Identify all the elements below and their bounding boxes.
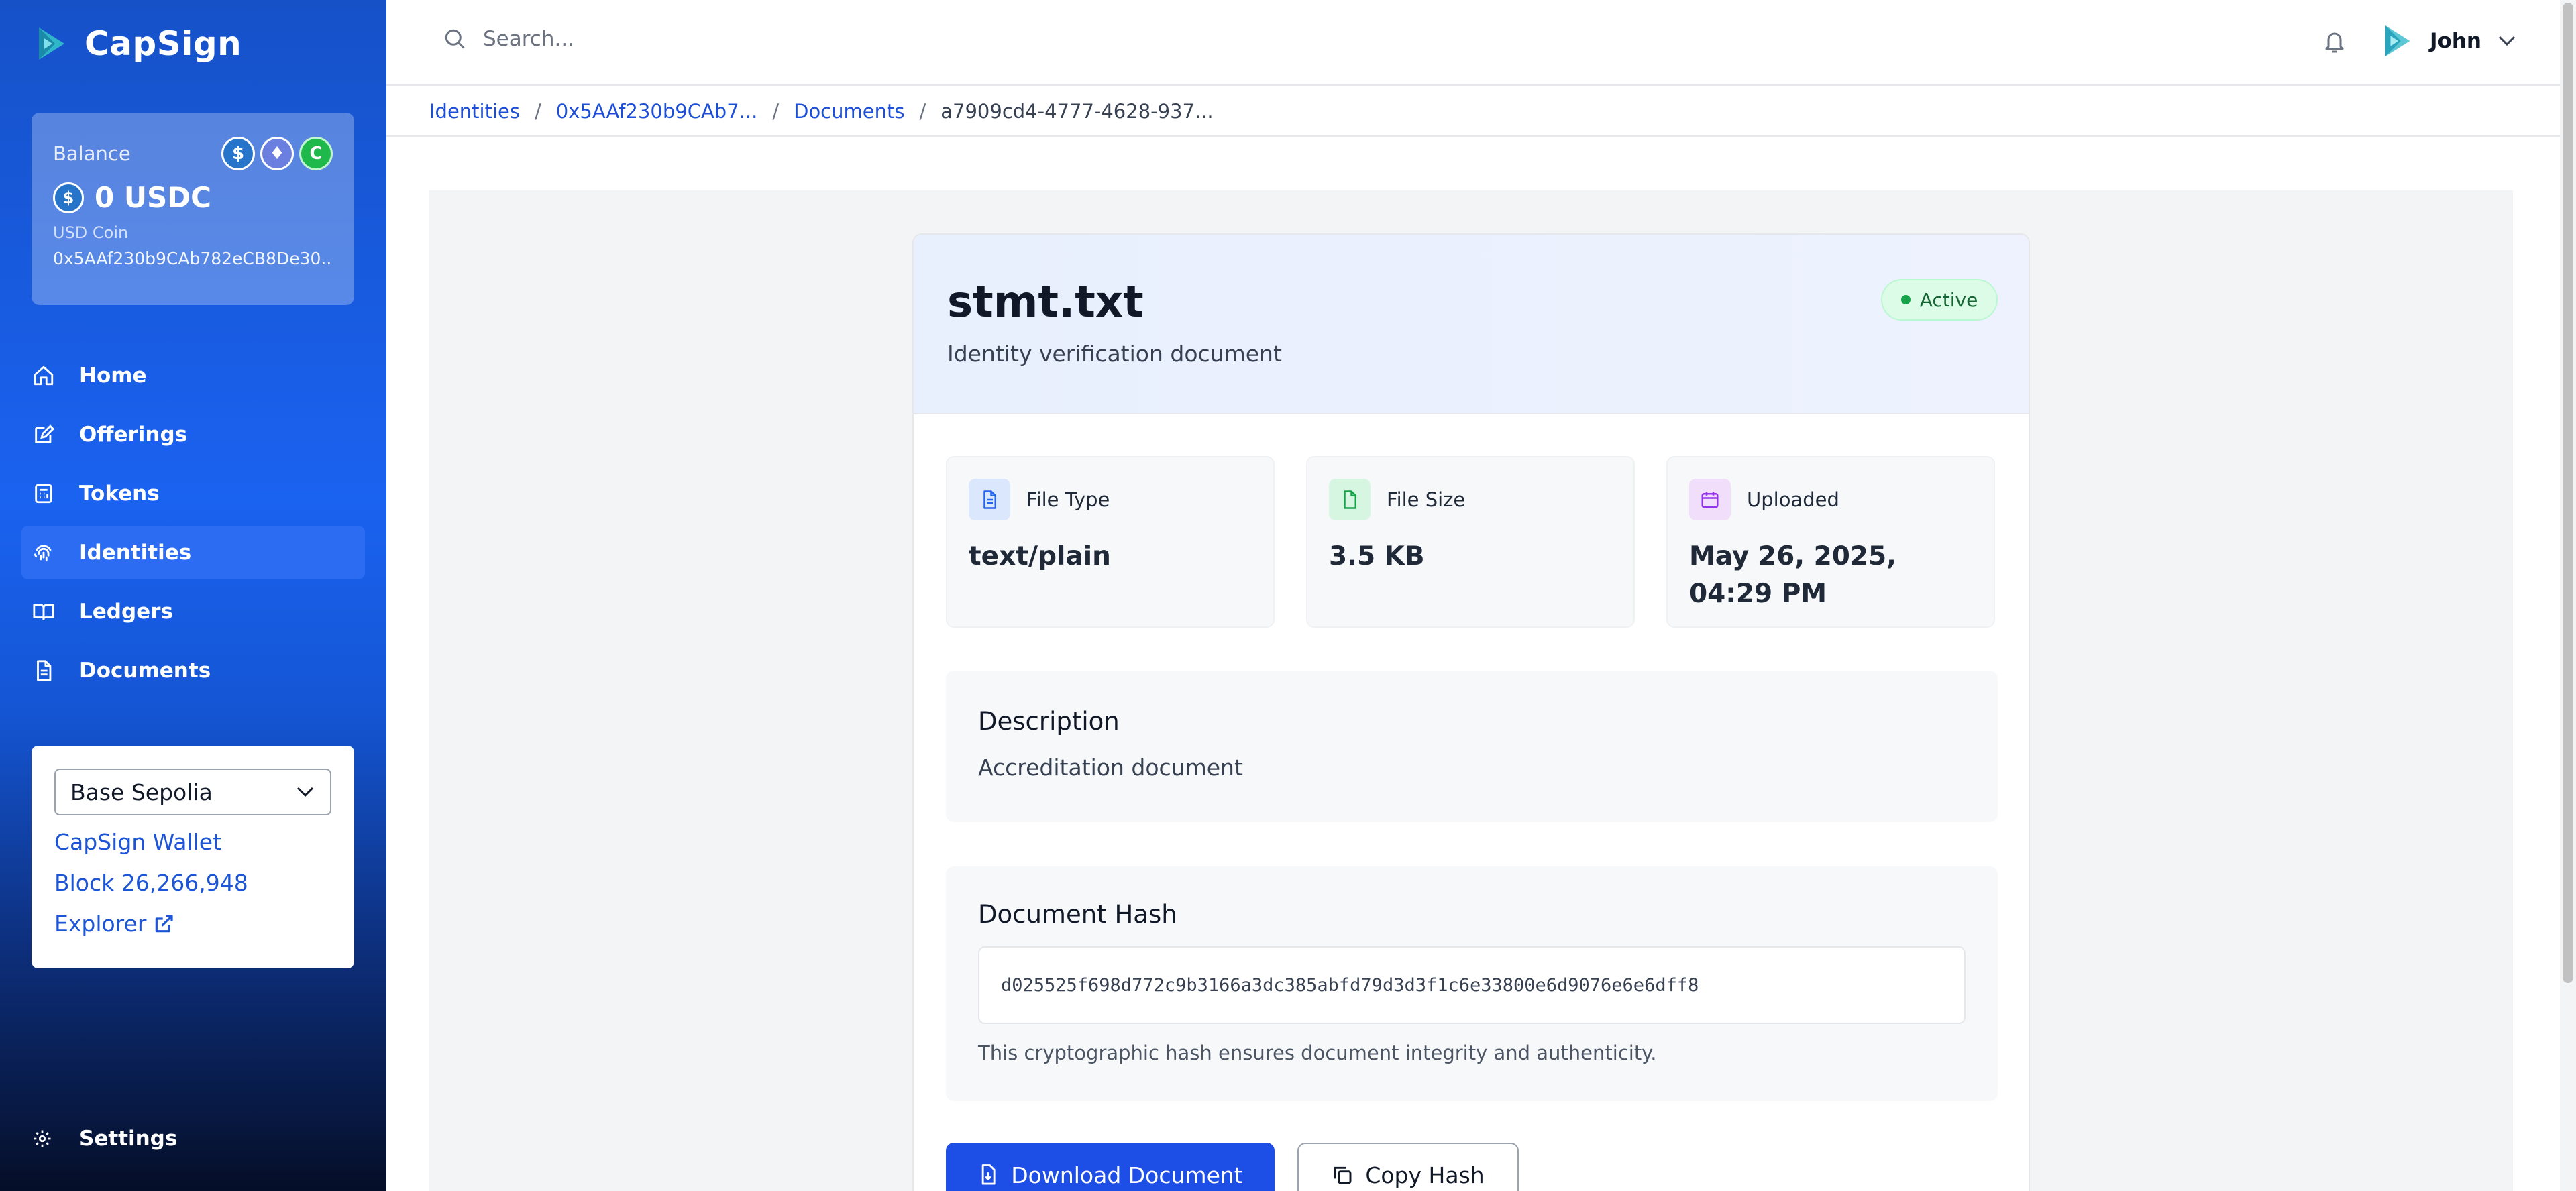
c-token-icon: C [299,137,333,170]
user-name: John [2430,29,2481,53]
fingerprint-icon [34,545,52,561]
avatar [2385,25,2410,57]
status-badge: Active [1881,279,1998,321]
capsign-wallet-link[interactable]: CapSign Wallet [54,829,331,855]
bell-icon[interactable] [2322,28,2347,55]
network-select[interactable]: Base Sepolia [54,769,331,815]
token-icons: $ ♦ C [221,137,333,170]
sidebar-item-ledgers[interactable]: Ledgers [21,585,365,638]
chevron-down-icon [297,787,314,797]
scrollbar[interactable] [2560,0,2576,1191]
uploaded-value: May 26, 2025, 04:29 PM [1689,541,1896,609]
copy-hash-label: Copy Hash [1365,1161,1485,1188]
network-selected-value: Base Sepolia [70,779,213,805]
document-title: stmt.txt [947,278,1144,327]
balance-amount: 0 USDC [95,181,211,214]
search-bar [443,27,1087,51]
file-text-icon [969,479,1010,520]
scrollbar-thumb[interactable] [2563,3,2573,983]
user-menu[interactable]: John [2381,23,2518,59]
external-link-icon [156,914,174,932]
network-card: Base Sepolia CapSign Wallet Block 26,266… [32,746,354,968]
search-icon [445,29,465,49]
home-icon [34,365,54,386]
top-bar: John [386,0,2560,86]
file-size-label: File Size [1387,488,1466,511]
download-label: Download Document [1011,1161,1243,1188]
sidebar-item-documents[interactable]: Documents [21,644,365,697]
sidebar-item-label: Offerings [79,422,188,447]
explorer-link[interactable]: Explorer [54,911,331,937]
sidebar-item-identities[interactable]: Identities [21,526,365,579]
ethereum-icon: ♦ [260,137,294,170]
hash-title: Document Hash [978,900,1177,929]
file-size-card: File Size 3.5 KB [1306,456,1635,628]
description-text: Accreditation document [978,754,1243,781]
sidebar-item-settings[interactable]: Settings [32,1127,177,1151]
document-header: stmt.txt Identity verification document … [914,235,2029,414]
copy-hash-button[interactable]: Copy Hash [1297,1143,1519,1191]
capsign-logo-icon [39,27,64,60]
block-number-link[interactable]: Block 26,266,948 [54,870,331,896]
capsign-wallet-label: CapSign Wallet [54,829,221,855]
breadcrumb-separator: / [772,100,780,123]
status-label: Active [1919,288,1978,311]
file-type-value: text/plain [969,541,1111,571]
breadcrumb-separator: / [919,100,926,123]
sidebar-item-label: Ledgers [79,600,173,624]
sidebar-item-label: Documents [79,659,211,683]
description-section: Description Accreditation document [946,671,1998,822]
edit-icon [35,424,55,443]
search-input[interactable] [483,27,1087,51]
file-type-label: File Type [1026,488,1110,511]
sidebar-item-tokens[interactable]: Tokens [21,467,365,520]
breadcrumb-identity-address[interactable]: 0x5AAf230b9CAb7... [556,100,758,123]
sidebar: CapSign Balance $ ♦ C $ 0 USDC USD Coin … [0,0,386,1191]
download-icon [981,1164,996,1185]
app-name: CapSign [85,24,242,63]
sidebar-item-home[interactable]: Home [21,349,365,402]
breadcrumb-current-document: a7909cd4-4777-4628-937... [941,100,1214,123]
gear-icon [34,1130,51,1147]
book-icon [33,604,54,620]
hash-section: Document Hash d025525f698d772c9b3166a3dc… [946,866,1998,1101]
wallet-address: 0x5AAf230b9CAb782eCB8De30... [53,249,333,268]
sidebar-item-label: Tokens [79,481,160,506]
breadcrumb-documents[interactable]: Documents [794,100,904,123]
settings-label: Settings [79,1127,178,1151]
document-icon [37,660,52,681]
sidebar-item-offerings[interactable]: Offerings [21,408,365,461]
file-icon [1329,479,1371,520]
uploaded-card: Uploaded May 26, 2025, 04:29 PM [1666,456,1995,628]
calendar-icon [1689,479,1731,520]
file-type-card: File Type text/plain [946,456,1275,628]
explorer-label: Explorer [54,911,147,937]
usdc-icon: $ [53,182,84,213]
balance-label: Balance [53,142,131,165]
document-subtitle: Identity verification document [947,341,1282,367]
document-card: stmt.txt Identity verification document … [912,233,2030,1191]
balance-card: Balance $ ♦ C $ 0 USDC USD Coin 0x5AAf23… [32,113,354,305]
sidebar-item-label: Identities [79,541,192,565]
sidebar-item-label: Home [79,363,147,388]
calculator-icon [35,484,52,504]
copy-icon [1334,1166,1352,1184]
brand[interactable]: CapSign [35,20,241,67]
usdc-icon: $ [221,137,255,170]
status-dot-icon [1900,295,1911,304]
breadcrumb-separator: / [535,100,541,123]
balance-coin-name: USD Coin [53,223,129,242]
chevron-down-icon [2498,36,2516,46]
hash-value-box[interactable]: d025525f698d772c9b3166a3dc385abfd79d3d3f… [978,946,1966,1024]
uploaded-label: Uploaded [1747,488,1839,511]
file-size-value: 3.5 KB [1329,541,1425,571]
description-title: Description [978,707,1120,736]
download-document-button[interactable]: Download Document [946,1143,1275,1191]
block-number-label: Block 26,266,948 [54,870,248,896]
breadcrumb: Identities / 0x5AAf230b9CAb7... / Docume… [386,87,2560,137]
breadcrumb-identities[interactable]: Identities [429,100,520,123]
sidebar-nav: Home Offerings Tokens Identities Ledgers… [21,349,365,703]
hash-note: This cryptographic hash ensures document… [978,1041,1657,1064]
hash-value: d025525f698d772c9b3166a3dc385abfd79d3d3f… [1001,974,1699,996]
